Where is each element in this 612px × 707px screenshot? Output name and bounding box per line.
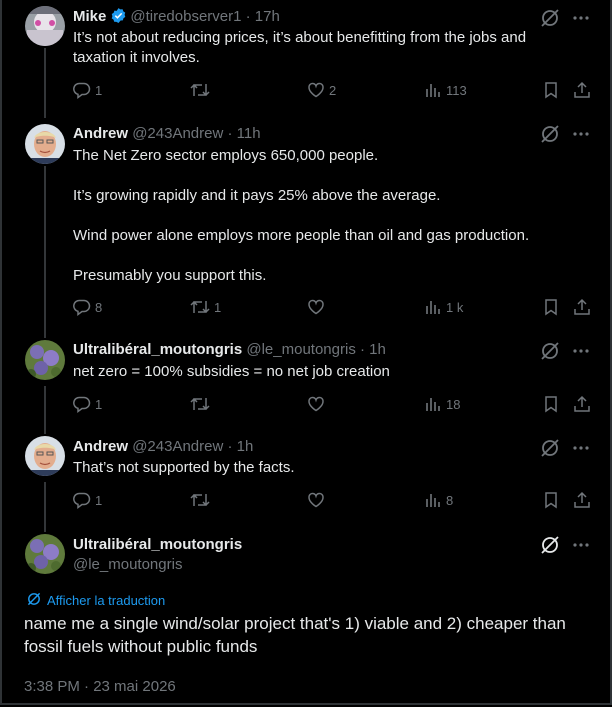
more-options-icon[interactable]	[572, 536, 590, 559]
verified-badge-icon	[110, 7, 127, 29]
retweet-icon	[190, 491, 210, 509]
author-name[interactable]: Ultralibéral_moutongris	[73, 536, 242, 553]
reply-icon	[73, 298, 91, 316]
author-name[interactable]: Andrew	[73, 438, 128, 455]
reply-button[interactable]: 1	[73, 395, 102, 413]
share-button[interactable]	[573, 491, 591, 509]
heart-icon	[307, 395, 325, 413]
view-count: 1 k	[446, 299, 464, 315]
author-handle: @tiredobserver1 · 17h	[130, 8, 280, 25]
views-button[interactable]: 113	[424, 81, 467, 99]
bookmark-icon	[543, 298, 559, 316]
author-handle: @243Andrew · 1h	[132, 438, 254, 455]
translate-label: Afficher la traduction	[47, 593, 166, 608]
share-icon	[573, 298, 591, 316]
views-button[interactable]: 8	[424, 491, 453, 509]
avatar[interactable]	[25, 124, 65, 164]
bookmark-button[interactable]	[543, 81, 559, 99]
reply-count: 1	[95, 492, 103, 508]
author-name[interactable]: Ultralibéral_moutongris	[73, 341, 242, 358]
views-icon	[424, 395, 442, 413]
share-icon	[573, 81, 591, 99]
bookmark-button[interactable]	[543, 491, 559, 509]
bookmark-button[interactable]	[543, 298, 559, 316]
tweet-text: That’s not supported by the facts.	[73, 459, 295, 476]
avatar[interactable]	[25, 6, 65, 46]
author-name[interactable]: Mike	[73, 8, 106, 25]
heart-icon	[307, 491, 325, 509]
like-button[interactable]	[307, 298, 329, 316]
avatar[interactable]	[25, 436, 65, 476]
more-options-icon[interactable]	[572, 439, 590, 462]
bookmark-icon	[543, 81, 559, 99]
view-count: 18	[446, 396, 461, 412]
heart-icon	[307, 81, 325, 99]
author-handle: @le_moutongris · 1h	[246, 341, 386, 358]
reply-icon	[73, 81, 91, 99]
reply-tweet[interactable]: Ultralibéral_moutongris @le_moutongris ·…	[0, 334, 612, 430]
tweet-text: It’s not about reducing prices, it’s abo…	[73, 29, 531, 66]
view-count: 8	[446, 492, 454, 508]
author-handle[interactable]: @le_moutongris	[73, 556, 182, 573]
avatar[interactable]	[25, 340, 65, 380]
author-handle: @243Andrew · 11h	[132, 125, 261, 142]
reply-count: 1	[95, 396, 103, 412]
bookmark-button[interactable]	[543, 395, 559, 413]
bookmark-icon	[543, 491, 559, 509]
translate-link[interactable]: Afficher la traduction	[26, 591, 165, 610]
reply-tweet[interactable]: Mike @tiredobserver1 · 17h It’s not about…	[0, 0, 612, 112]
view-count: 113	[446, 82, 467, 98]
bookmark-icon	[543, 395, 559, 413]
heart-icon	[307, 298, 325, 316]
views-icon	[424, 81, 442, 99]
retweet-icon	[190, 298, 210, 316]
retweet-icon	[190, 81, 210, 99]
reply-button[interactable]: 1	[73, 491, 102, 509]
reply-icon	[73, 491, 91, 509]
reply-tweet[interactable]: Andrew @243Andrew · 1h That’s not suppor…	[0, 430, 612, 528]
retweet-icon	[190, 395, 210, 413]
views-icon	[424, 491, 442, 509]
translate-icon	[26, 591, 42, 610]
tweet-timestamp[interactable]: 3:38 PM · 23 mai 2026	[24, 678, 176, 695]
retweet-button[interactable]	[190, 395, 214, 413]
grok-icon[interactable]	[540, 535, 560, 560]
author-name[interactable]: Andrew	[73, 125, 128, 142]
tweet-text: The Net Zero sector employs 650,000 peop…	[73, 147, 530, 284]
more-options-icon[interactable]	[572, 342, 590, 365]
more-options-icon[interactable]	[572, 125, 590, 148]
retweet-button[interactable]	[190, 491, 214, 509]
views-icon	[424, 298, 442, 316]
like-button[interactable]	[307, 491, 329, 509]
avatar[interactable]	[25, 534, 65, 574]
retweet-count: 1	[214, 299, 222, 315]
share-button[interactable]	[573, 298, 591, 316]
share-icon	[573, 491, 591, 509]
reply-count: 8	[95, 299, 103, 315]
views-button[interactable]: 18	[424, 395, 460, 413]
share-icon	[573, 395, 591, 413]
like-button[interactable]: 2	[307, 81, 336, 99]
more-options-icon[interactable]	[572, 9, 590, 32]
retweet-button[interactable]	[190, 81, 214, 99]
reply-tweet[interactable]: Andrew @243Andrew · 11h The Net Zero sec…	[0, 112, 612, 334]
retweet-button[interactable]: 1	[190, 298, 221, 316]
main-tweet-text: name me a single wind/solar project that…	[24, 614, 566, 656]
share-button[interactable]	[573, 81, 591, 99]
reply-count: 1	[95, 82, 103, 98]
reply-button[interactable]: 8	[73, 298, 102, 316]
reply-icon	[73, 395, 91, 413]
share-button[interactable]	[573, 395, 591, 413]
like-count: 2	[329, 82, 337, 98]
like-button[interactable]	[307, 395, 329, 413]
reply-button[interactable]: 1	[73, 81, 102, 99]
views-button[interactable]: 1 k	[424, 298, 463, 316]
tweet-text: net zero = 100% subsidies = no net job c…	[73, 363, 390, 380]
